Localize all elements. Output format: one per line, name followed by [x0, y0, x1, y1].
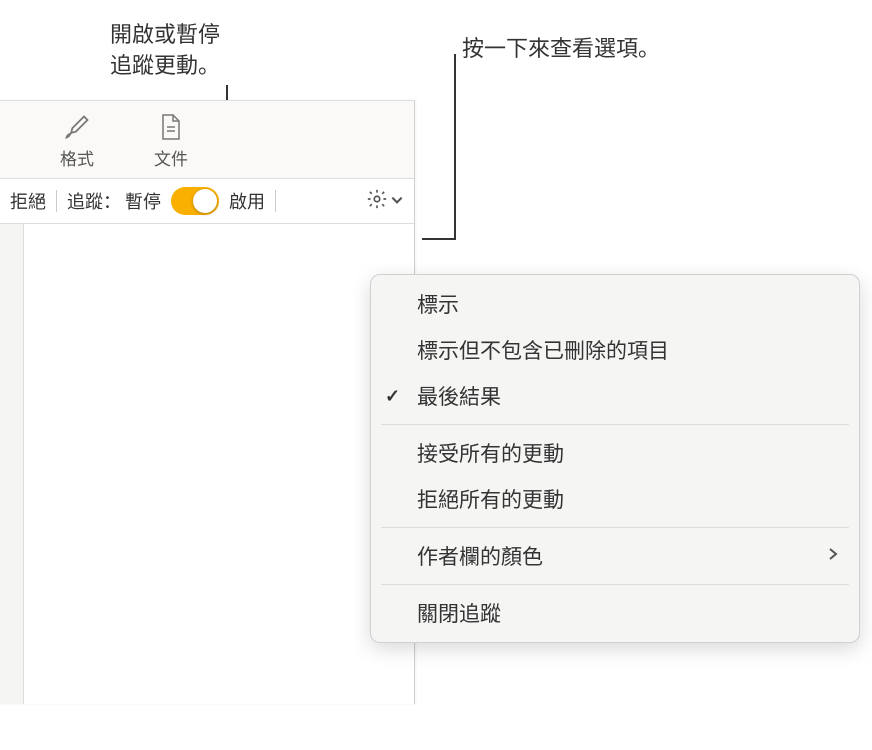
app-window: 格式 文件 拒絕 追蹤： 暫停 啟用 [0, 100, 415, 704]
tracking-prefix: 追蹤： [67, 188, 121, 214]
callout-options: 按一下來查看選項。 [462, 34, 660, 65]
menu-item-markup[interactable]: 標示 [371, 281, 859, 327]
tracking-toggle[interactable] [171, 187, 219, 215]
divider [56, 190, 57, 212]
document-icon [157, 113, 185, 141]
divider [275, 190, 276, 212]
document-label: 文件 [154, 145, 188, 170]
toggle-knob [193, 189, 217, 213]
options-menu-button[interactable] [366, 188, 404, 215]
paintbrush-icon [63, 113, 91, 141]
callout-line-options-v [454, 54, 456, 240]
menu-item-accept-all[interactable]: 接受所有的更動 [371, 430, 859, 476]
document-button[interactable]: 文件 [154, 113, 188, 170]
format-button[interactable]: 格式 [60, 113, 94, 170]
menu-item-turn-off[interactable]: 關閉追蹤 [371, 590, 859, 636]
options-menu: 標示 標示但不包含已刪除的項目 ✓ 最後結果 接受所有的更動 拒絕所有的更動 作… [370, 274, 860, 643]
menu-item-author-color[interactable]: 作者欄的顏色 [371, 533, 859, 579]
menu-item-final[interactable]: ✓ 最後結果 [371, 373, 859, 419]
chevron-down-icon [390, 191, 404, 212]
format-label: 格式 [60, 145, 94, 170]
toolbar: 格式 文件 [0, 101, 414, 179]
menu-item-markup-no-deletions[interactable]: 標示但不包含已刪除的項目 [371, 327, 859, 373]
menu-separator [381, 424, 849, 425]
menu-item-reject-all[interactable]: 拒絕所有的更動 [371, 476, 859, 522]
tracking-paused-label: 暫停 [125, 188, 161, 214]
callout-toggle: 開啟或暫停 追蹤更動。 [110, 20, 220, 82]
checkmark-icon: ✓ [385, 386, 400, 407]
menu-separator [381, 584, 849, 585]
gear-icon [366, 188, 388, 215]
tracking-bar: 拒絕 追蹤： 暫停 啟用 [0, 179, 414, 224]
tracking-enabled-label: 啟用 [229, 188, 265, 214]
menu-separator [381, 527, 849, 528]
reject-button[interactable]: 拒絕 [10, 188, 46, 214]
chevron-right-icon [827, 544, 839, 568]
ruler [0, 224, 24, 704]
callout-line-options-h [422, 238, 454, 240]
document-area [0, 224, 414, 704]
